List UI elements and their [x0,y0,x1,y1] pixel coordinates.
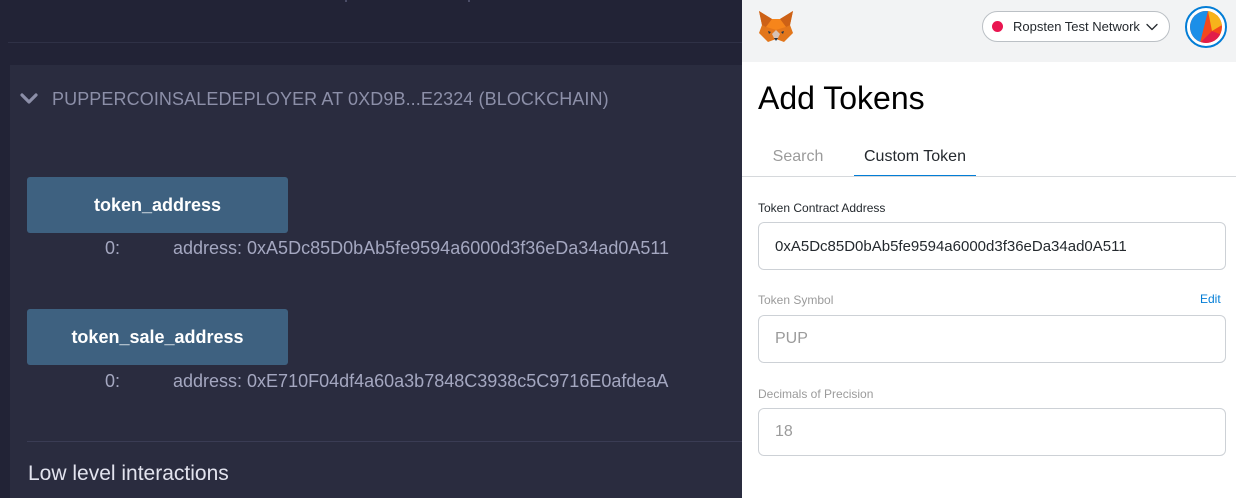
clipped-text-fragment [468,0,470,2]
page-title: Add Tokens [758,80,925,116]
token-address-result: address: 0xA5Dc85D0bAb5fe9594a6000d3f36e… [173,238,670,258]
token-sale-address-button[interactable]: token_sale_address [27,309,288,365]
result-index: 0: [105,238,121,258]
remix-ide-panel: PUPPERCOINSALEDEPLOYER AT 0XD9B...E2324 … [0,0,742,498]
token-symbol-edit-link[interactable]: Edit [1200,292,1221,306]
chevron-down-icon [1146,23,1158,31]
clipped-text-fragment [345,0,347,2]
network-label: Ropsten Test Network [1013,19,1140,34]
metamask-popup: Ropsten Test Network Add Tokens Search C… [742,0,1236,498]
decimals-of-precision-label: Decimals of Precision [758,387,874,401]
result-index: 0: [105,371,121,391]
network-status-dot [992,21,1003,32]
remix-divider [8,42,742,43]
account-avatar[interactable] [1185,6,1227,48]
token-contract-address-label: Token Contract Address [758,201,886,215]
token-contract-address-input[interactable]: 0xA5Dc85D0bAb5fe9594a6000d3f36eDa34ad0A5… [758,222,1226,270]
token-symbol-input[interactable]: PUP [758,315,1226,363]
contract-title: PUPPERCOINSALEDEPLOYER AT 0XD9B...E2324 … [52,88,609,109]
token-address-button[interactable]: token_address [27,177,288,233]
deployed-contract-header[interactable]: PUPPERCOINSALEDEPLOYER AT 0XD9B...E2324 … [18,86,609,112]
chevron-down-icon[interactable] [18,88,40,110]
token-symbol-label: Token Symbol [758,293,834,307]
metamask-header: Ropsten Test Network [742,0,1236,62]
network-selector[interactable]: Ropsten Test Network [982,11,1170,42]
section-divider [27,441,742,442]
tab-custom-token[interactable]: Custom Token [854,143,976,177]
remix-top-fragment [0,0,742,6]
low-level-interactions-heading: Low level interactions [28,462,229,485]
tab-search[interactable]: Search [758,143,838,177]
identicon-icon [1190,11,1222,43]
metamask-fox-icon[interactable] [757,9,795,45]
decimals-of-precision-input[interactable]: 18 [758,408,1226,456]
deployed-contract-panel [10,65,742,498]
tabs-divider [742,176,1236,177]
token-sale-address-result: address: 0xE710F04df4a60a3b7848C3938c5C9… [173,371,669,391]
